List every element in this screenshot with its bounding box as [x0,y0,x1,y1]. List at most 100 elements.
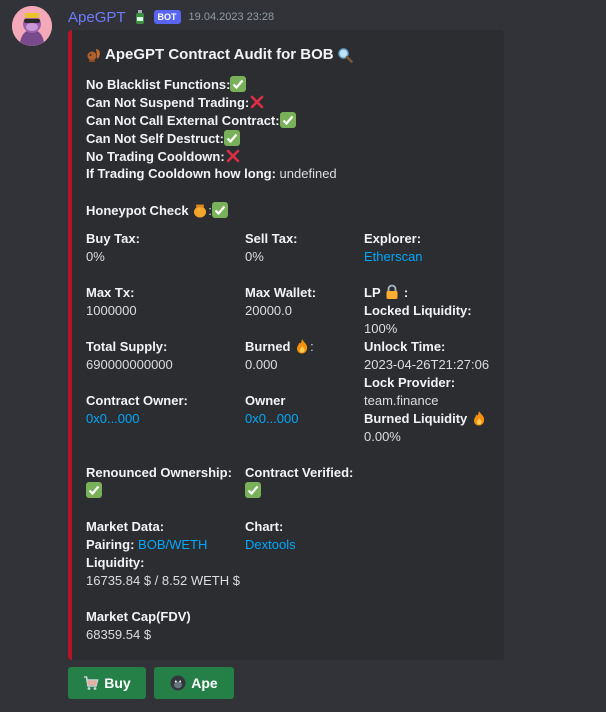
buy-button[interactable]: Buy [68,667,146,699]
message-header: ApeGPT BOT 19.04.2023 23:28 [68,8,274,26]
field-value: 0.00% [364,429,401,444]
fire-icon [473,411,485,426]
field-label: LP [364,285,381,300]
check-mark-icon [279,112,296,128]
embed-title-text: ApeGPT Contract Audit for BOB [105,46,334,63]
buy-button-label: Buy [104,675,131,691]
check-row-external: Can Not Call External Contract: [86,112,296,128]
check-label: Can Not Self Destruct: [86,130,224,146]
field-unlock: Unlock Time: 2023-04-26T21:27:06 Lock Pr… [364,338,489,446]
field-label: Contract Owner: [86,393,188,408]
ape-button-label: Ape [191,675,218,691]
timestamp: 19.04.2023 23:28 [188,11,275,23]
field-label: Owner [245,393,286,408]
field-label: Pairing: [86,537,135,552]
field-explorer: Explorer: Etherscan [364,230,423,266]
field-label: Max Tx: [86,285,135,300]
field-label: Chart: [245,519,284,534]
squirrel-icon [87,48,100,62]
check-row-suspend: Can Not Suspend Trading: [86,94,265,110]
pairing-link[interactable]: BOB/WETH [138,537,207,552]
avatar[interactable] [12,6,52,46]
embed-title: ApeGPT Contract Audit for BOB [86,46,353,63]
check-row-blacklist: No Blacklist Functions: [86,76,247,92]
field-label: Sell Tax: [245,231,298,246]
field-value: 68359.54 $ [86,627,152,642]
field-value: 690000000000 [86,357,173,372]
honeypot-label: Honeypot Check [86,202,189,218]
check-row-selfdestruct: Can Not Self Destruct: [86,130,240,146]
contract-owner-link[interactable]: 0x0...000 [86,411,140,426]
cooldown-row: If Trading Cooldown how long: undefined [86,166,337,181]
check-mark-icon [86,482,102,498]
gorilla-icon [170,675,186,691]
field-max-wallet: Max Wallet: 20000.0 [245,284,316,320]
ape-avatar-icon [12,6,52,46]
bot-badge: BOT [153,10,181,24]
field-owner: Owner 0x0...000 [245,392,299,428]
field-value: 0% [86,249,105,264]
field-label: Lock Provider: [364,375,456,390]
field-buy-tax: Buy Tax: 0% [86,230,140,266]
etherscan-link[interactable]: Etherscan [364,249,423,264]
check-label: Can Not Suspend Trading: [86,94,250,110]
field-label: Burned [245,339,291,354]
field-value: 0.000 [245,357,278,372]
check-label: No Trading Cooldown: [86,148,225,164]
field-market-cap: Market Cap(FDV) 68359.54 $ [86,608,191,644]
ape-button[interactable]: Ape [154,667,234,699]
field-verified: Contract Verified: [245,464,353,500]
field-lp: LP : Locked Liquidity: 100% [364,284,472,338]
field-value: 20000.0 [245,303,292,318]
field-label: Total Supply: [86,339,168,354]
check-row-cooldown: No Trading Cooldown: [86,148,241,164]
field-chart: Chart: Dextools [245,518,296,554]
field-label: Max Wallet: [245,285,317,300]
field-renounced: Renounced Ownership: [86,464,232,500]
field-value: 1000000 [86,303,137,318]
check-mark-icon [230,76,247,92]
field-label: Market Cap(FDV) [86,609,191,624]
field-label: Burned Liquidity [364,411,468,426]
field-label: Renounced Ownership: [86,465,232,480]
field-value: team.finance [364,393,439,408]
check-label: No Blacklist Functions: [86,76,231,92]
check-mark-icon [223,130,240,146]
bottle-icon [135,10,144,24]
dextools-link[interactable]: Dextools [245,537,296,552]
owner-link[interactable]: 0x0...000 [245,411,299,426]
field-label: Buy Tax: [86,231,140,246]
cooldown-value: undefined [279,166,337,181]
field-total-supply: Total Supply: 690000000000 [86,338,173,374]
field-sep: : [310,339,314,354]
field-label: Liquidity: [86,555,145,570]
field-burned: Burned : 0.000 [245,338,314,374]
field-value: 0% [245,249,264,264]
field-value: 16735.84 $ / 8.52 WETH $ [86,573,240,588]
field-market-data: Market Data: Pairing: BOB/WETH Liquidity… [86,518,240,590]
field-label: Locked Liquidity: [364,303,472,318]
honey-pot-icon [194,204,207,218]
lock-icon [386,284,398,299]
field-sell-tax: Sell Tax: 0% [245,230,298,266]
field-label: Contract Verified: [245,465,354,480]
check-mark-icon [245,482,261,498]
field-sep: : [403,285,409,300]
cross-mark-icon [226,149,239,163]
honeypot-row: Honeypot Check : [86,202,228,218]
check-mark-icon [211,202,228,218]
field-value: 2023-04-26T21:27:06 [364,357,490,372]
field-label: Explorer: [364,231,422,246]
cooldown-label: If Trading Cooldown how long: [86,166,276,181]
field-value: 100% [364,321,398,336]
shopping-cart-icon [84,676,99,690]
check-label: Can Not Call External Contract: [86,112,280,128]
magnifier-icon [337,47,353,63]
cross-mark-icon [250,95,264,109]
embed: ApeGPT Contract Audit for BOB No Blackli… [68,30,504,660]
username[interactable]: ApeGPT [68,9,126,26]
field-contract-owner: Contract Owner: 0x0...000 [86,392,188,428]
field-label: Market Data: [86,519,165,534]
field-max-tx: Max Tx: 1000000 [86,284,137,320]
field-label: Unlock Time: [364,339,446,354]
